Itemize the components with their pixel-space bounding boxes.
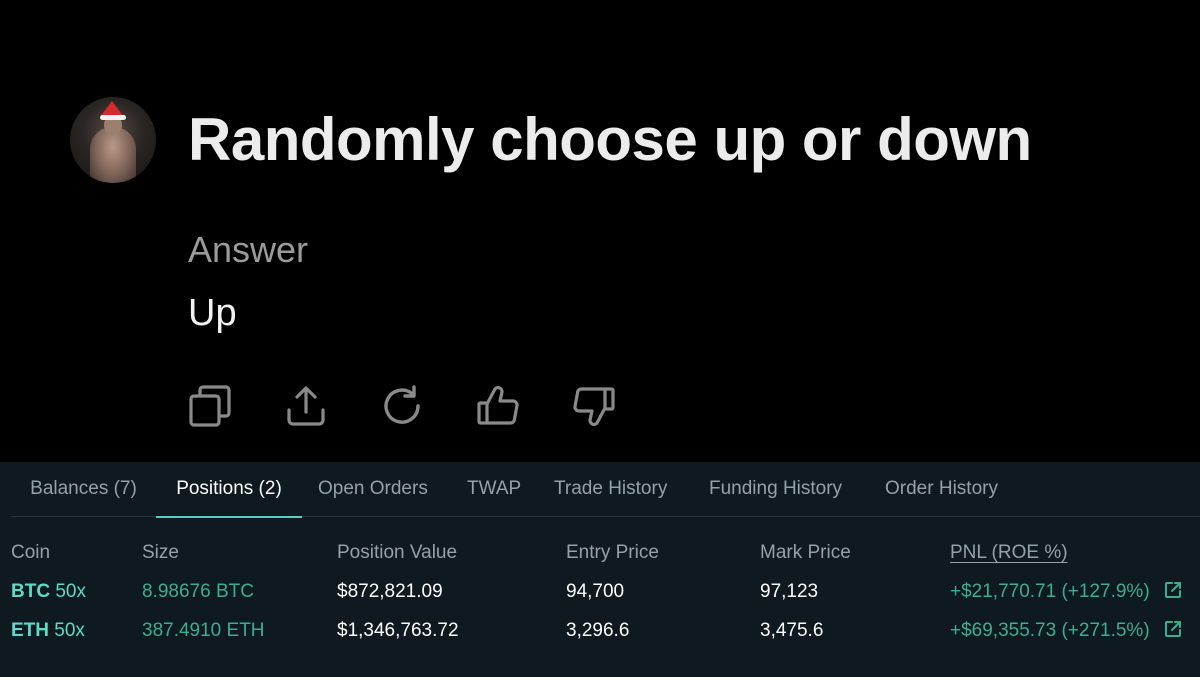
table-row: ETH 50x 387.4910 ETH $1,346,763.72 3,296… bbox=[0, 616, 1200, 646]
position-value-cell: $872,821.09 bbox=[337, 581, 443, 602]
col-pnl[interactable]: PNL (ROE %) bbox=[950, 538, 1068, 568]
external-link-icon[interactable] bbox=[1163, 580, 1183, 600]
thumbs-down-button[interactable] bbox=[572, 384, 616, 428]
share-button[interactable] bbox=[284, 384, 328, 428]
tab-twap[interactable]: TWAP bbox=[467, 462, 521, 517]
size-cell: 387.4910 ETH bbox=[142, 620, 265, 641]
positions-panel: Balances (7) Positions (2) Open Orders T… bbox=[0, 462, 1200, 677]
regenerate-icon bbox=[384, 385, 420, 424]
thumbs-down-icon bbox=[573, 387, 615, 426]
thumbs-up-button[interactable] bbox=[476, 384, 520, 428]
coin-symbol: BTC bbox=[11, 581, 51, 602]
answer-text: Up bbox=[188, 292, 237, 334]
entry-price-cell: 3,296.6 bbox=[566, 620, 630, 641]
message-actions bbox=[188, 384, 616, 430]
tab-funding-history[interactable]: Funding History bbox=[709, 462, 842, 517]
avatar bbox=[70, 97, 156, 183]
thumbs-up-icon bbox=[477, 386, 519, 425]
copy-button[interactable] bbox=[188, 384, 232, 428]
entry-price-cell: 94,700 bbox=[566, 581, 625, 602]
share-icon bbox=[287, 386, 325, 426]
panel-tabs: Balances (7) Positions (2) Open Orders T… bbox=[11, 462, 1200, 518]
avatar-figure bbox=[90, 127, 136, 183]
col-mark-price[interactable]: Mark Price bbox=[760, 538, 851, 568]
pnl-cell: +$69,355.73 (+271.5%) bbox=[950, 616, 1183, 646]
mark-price-cell: 3,475.6 bbox=[760, 620, 824, 641]
size-cell: 8.98676 BTC bbox=[142, 581, 254, 602]
tab-positions[interactable]: Positions (2) bbox=[156, 462, 302, 518]
table-row: BTC 50x 8.98676 BTC $872,821.09 94,700 9… bbox=[0, 577, 1200, 607]
col-position-value[interactable]: Position Value bbox=[337, 538, 457, 568]
coin-leverage: 50x bbox=[55, 581, 86, 602]
coin-cell[interactable]: BTC 50x bbox=[11, 577, 86, 607]
col-coin[interactable]: Coin bbox=[11, 538, 50, 568]
santa-hat-rim bbox=[100, 115, 126, 120]
position-value-cell: $1,346,763.72 bbox=[337, 620, 459, 641]
col-size[interactable]: Size bbox=[142, 538, 179, 568]
tab-balances[interactable]: Balances (7) bbox=[11, 462, 156, 517]
col-entry-price[interactable]: Entry Price bbox=[566, 538, 659, 568]
positions-table-header: Coin Size Position Value Entry Price Mar… bbox=[0, 538, 1200, 568]
chat-message: Randomly choose up or down Answer Up bbox=[0, 0, 1200, 462]
mark-price-cell: 97,123 bbox=[760, 581, 819, 602]
pnl-cell: +$21,770.71 (+127.9%) bbox=[950, 577, 1183, 607]
tab-order-history[interactable]: Order History bbox=[885, 462, 998, 517]
coin-leverage: 50x bbox=[54, 620, 85, 641]
tab-trade-history[interactable]: Trade History bbox=[554, 462, 667, 517]
coin-cell[interactable]: ETH 50x bbox=[11, 616, 85, 646]
coin-symbol: ETH bbox=[11, 620, 49, 641]
external-link-icon[interactable] bbox=[1163, 619, 1183, 639]
answer-label: Answer bbox=[188, 229, 309, 270]
copy-icon bbox=[189, 385, 231, 427]
pnl-value: +$69,355.73 (+271.5%) bbox=[950, 620, 1150, 641]
regenerate-button[interactable] bbox=[380, 384, 424, 428]
question-title: Randomly choose up or down bbox=[188, 106, 1032, 173]
tab-open-orders[interactable]: Open Orders bbox=[318, 462, 428, 517]
pnl-value: +$21,770.71 (+127.9%) bbox=[950, 581, 1150, 602]
